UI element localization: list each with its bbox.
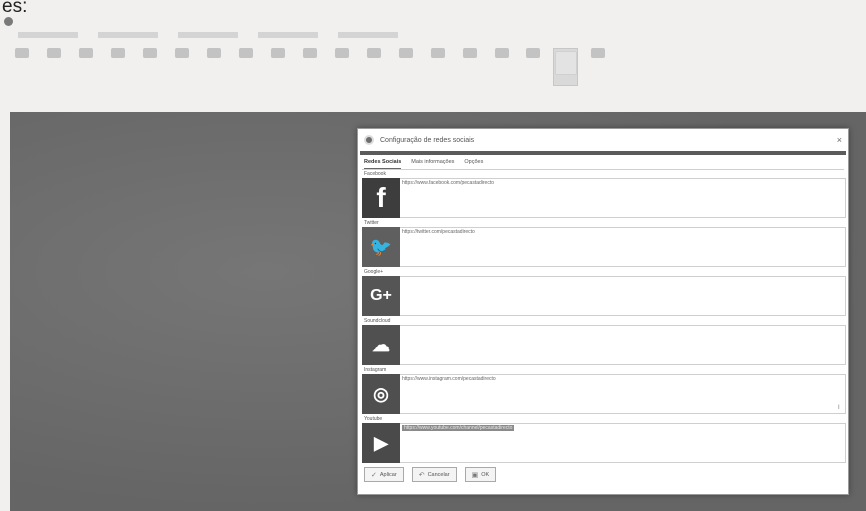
ribbon-button-icon — [270, 48, 285, 58]
ribbon-button-icon — [366, 48, 381, 58]
ribbon-button[interactable] — [42, 48, 66, 66]
ribbon-button-icon — [174, 48, 189, 58]
ribbon-button[interactable] — [266, 48, 290, 66]
network-url: https://www.facebook.com/pecastadirecto — [402, 180, 494, 186]
ribbon-button-icon — [14, 48, 29, 58]
apply-button[interactable]: ✓ Aplicar — [364, 467, 404, 482]
ribbon-tab-bar — [18, 32, 398, 38]
ribbon-button[interactable] — [10, 48, 34, 66]
dialog-tab[interactable]: Opções — [464, 159, 483, 169]
dialog-footer: ✓ Aplicar ↶ Cancelar ▣ OK — [364, 467, 497, 482]
network-url: https://www.youtube.com/channel/pecastad… — [402, 425, 515, 431]
social-networks-dialog: Configuração de redes sociais × Redes So… — [357, 128, 849, 495]
twitter-icon: 🐦 — [362, 227, 400, 267]
ribbon-tab[interactable] — [338, 32, 398, 38]
ribbon-button[interactable] — [298, 48, 322, 66]
network-name: Youtube — [364, 416, 383, 422]
ribbon-button[interactable] — [426, 48, 450, 66]
ribbon-button-icon — [430, 48, 445, 58]
dialog-title-bar: Configuração de redes sociais × — [358, 129, 848, 151]
network-name: Instagram — [364, 367, 387, 373]
dialog-title: Configuração de redes sociais — [380, 136, 475, 144]
instagram-icon: ◎ — [362, 374, 400, 414]
ribbon-button-icon — [110, 48, 125, 58]
cancel-label: Cancelar — [427, 471, 450, 478]
ribbon-button[interactable] — [394, 48, 418, 66]
ribbon-button[interactable] — [202, 48, 226, 66]
ribbon-button[interactable] — [522, 48, 546, 66]
network-row: Instagram ◎ https://www.instagram.com/peca… — [362, 367, 846, 416]
network-name: Soundcloud — [364, 318, 391, 324]
soundcloud-icon: ☁ — [362, 325, 400, 365]
undo-icon: ↶ — [418, 471, 425, 479]
ribbon-button-icon — [494, 48, 509, 58]
ribbon-button-icon — [142, 48, 157, 58]
network-row: Youtube ▶ https://www.youtube.com/channel/… — [362, 416, 846, 465]
app-logo-icon — [4, 16, 13, 26]
ribbon-button-icon — [334, 48, 349, 58]
ribbon-button-icon — [462, 48, 477, 58]
ribbon-button-icon — [526, 48, 541, 58]
tab-divider — [362, 169, 844, 170]
ribbon-tab[interactable] — [98, 32, 158, 38]
youtube-icon: ▶ — [362, 423, 400, 463]
ribbon-button[interactable] — [74, 48, 98, 66]
network-url: https://www.instagram.com/pecastadirecto — [402, 376, 496, 382]
ribbon-button[interactable] — [138, 48, 162, 66]
google-icon: G+ — [362, 276, 400, 316]
network-row: Twitter 🐦 https://twitter.com/pecastadirec… — [362, 220, 846, 269]
network-row: Soundcloud ☁ — [362, 318, 846, 367]
network-url-field[interactable] — [362, 325, 846, 365]
ribbon-button[interactable] — [234, 48, 258, 66]
network-name: Google+ — [364, 269, 384, 275]
network-name: Twitter — [364, 220, 379, 226]
ok-label: OK — [481, 471, 490, 478]
ribbon-button-icon — [302, 48, 317, 58]
close-icon[interactable]: × — [837, 135, 842, 145]
ribbon-button-icon — [46, 48, 61, 58]
ribbon-button-icon — [206, 48, 221, 58]
ribbon-button[interactable] — [362, 48, 386, 66]
ribbon-tab[interactable] — [258, 32, 318, 38]
ribbon-button[interactable] — [458, 48, 482, 66]
dialog-tabs: Redes Sociais Mais informações Opções — [358, 155, 848, 169]
ribbon-tab[interactable] — [18, 32, 78, 38]
app-title-bar — [4, 15, 424, 27]
check-icon: ✓ — [371, 471, 377, 479]
ribbon-button-icon — [398, 48, 413, 58]
ribbon-button-icon — [590, 48, 605, 58]
text-cursor-icon: I — [838, 405, 840, 411]
dialog-logo-icon — [364, 135, 374, 145]
ribbon-toolbar — [10, 48, 610, 108]
cancel-button[interactable]: ↶ Cancelar — [411, 467, 457, 482]
dialog-tab[interactable]: Redes Sociais — [364, 159, 402, 169]
ribbon-button[interactable] — [330, 48, 354, 66]
ribbon-button[interactable] — [106, 48, 130, 66]
network-row: Facebook f https://www.facebook.com/pecast… — [362, 171, 846, 220]
network-url-field[interactable] — [362, 276, 846, 316]
save-icon: ▣ — [471, 471, 479, 479]
facebook-icon: f — [362, 178, 400, 218]
network-row: Google+ G+ — [362, 269, 846, 318]
network-name: Facebook — [364, 171, 386, 177]
ribbon-button-icon — [78, 48, 93, 58]
ribbon-tab[interactable] — [178, 32, 238, 38]
ribbon-button-icon — [554, 51, 577, 75]
ok-button[interactable]: ▣ OK — [464, 467, 497, 482]
apply-label: Aplicar — [379, 471, 397, 478]
network-list: Facebook f https://www.facebook.com/pecast… — [362, 171, 846, 464]
dialog-tab[interactable]: Mais informações — [411, 159, 454, 169]
ribbon-button[interactable] — [490, 48, 514, 66]
ribbon-button[interactable] — [170, 48, 194, 66]
ribbon-button[interactable] — [553, 48, 578, 86]
ribbon-button[interactable] — [586, 48, 610, 66]
network-url: https://twitter.com/pecastadirecto — [402, 229, 475, 235]
ribbon-button-icon — [238, 48, 253, 58]
